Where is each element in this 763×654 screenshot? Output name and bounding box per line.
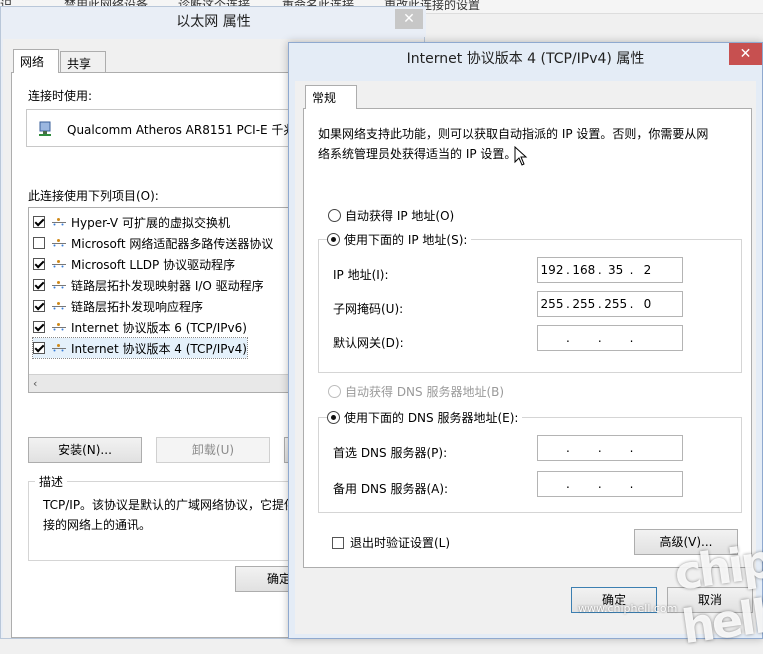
radio-indicator[interactable] [328,209,341,222]
ip-octet: 192 [540,263,564,277]
subnet-mask-field[interactable]: 255. 255. 255. 0 [537,291,683,317]
network-component-icon [51,342,67,354]
preferred-dns-label: 首选 DNS 服务器(P): [333,446,448,460]
ip-octet: 255 [604,297,628,311]
tab-networking[interactable]: 网络 [13,49,59,73]
subnet-mask-label: 子网掩码(U): [333,302,404,316]
manual-ip-radio[interactable]: 使用下面的 IP 地址(S): [327,231,472,248]
close-button[interactable]: ✕ [395,9,423,29]
list-item-selected[interactable]: Internet 协议版本 4 (TCP/IPv4) [32,337,248,359]
adapter-name: Qualcomm Atheros AR8151 PCI-E 千兆 [67,123,296,137]
octet-separator: . [629,477,634,491]
watermark-url: www.chiphell.com [578,602,678,615]
validate-settings-checkbox[interactable]: 退出时验证设置(L) [332,534,450,551]
alternate-dns-field[interactable]: . . . [537,471,683,497]
item-label: Microsoft 网络适配器多路传送器协议 [71,236,274,251]
radio-indicator[interactable] [328,385,341,398]
octet-separator: . [597,331,602,345]
description-title: 描述 [35,473,68,490]
intro-text-line-2: 络系统管理员处获得适当的 IP 设置。 [318,147,517,161]
item-label: Hyper-V 可扩展的虚拟交换机 [71,215,230,230]
install-button[interactable]: 安装(N)... [28,437,142,463]
list-item[interactable]: Microsoft 网络适配器多路传送器协议 [33,233,273,253]
list-item[interactable]: Internet 协议版本 6 (TCP/IPv6) [33,317,247,337]
ip-address-field[interactable]: 192. 168. 35. 2 [537,257,683,283]
network-component-icon [51,300,67,312]
intro-text-line-1: 如果网络支持此功能，则可以获取自动指派的 IP 设置。否则，你需要从网 [318,127,709,141]
mouse-cursor-icon [514,145,528,166]
preferred-dns-field[interactable]: . . . [537,435,683,461]
window-title: Internet 协议版本 4 (TCP/IPv4) 属性 [406,51,645,67]
list-item[interactable]: Microsoft LLDP 协议驱动程序 [33,254,235,274]
network-component-icon [51,237,67,249]
ip-octet: 255 [540,297,564,311]
auto-ip-label: 自动获得 IP 地址(O) [345,209,455,223]
octet-separator: . [629,331,634,345]
network-component-icon [51,258,67,270]
tab-sharing[interactable]: 共享 [60,51,106,73]
items-label: 此连接使用下列项目(O): [28,189,159,203]
item-label: Internet 协议版本 6 (TCP/IPv6) [71,320,247,335]
validate-settings-label: 退出时验证设置(L) [350,536,451,550]
radio-indicator[interactable] [327,411,340,424]
checkbox[interactable] [33,237,45,249]
watermark-logo: chip hell [670,533,763,654]
gateway-label: 默认网关(D): [333,336,404,350]
uninstall-button[interactable]: 卸载(U) [156,437,270,463]
item-label: Microsoft LLDP 协议驱动程序 [71,257,236,272]
network-component-icon [51,321,67,333]
ip-octet: 0 [643,297,652,311]
network-adapter-icon [37,120,55,138]
network-component-icon [51,216,67,228]
alternate-dns-label: 备用 DNS 服务器(A): [333,482,449,496]
ip-octet: 2 [643,263,652,277]
octet-separator: . [597,441,602,455]
ip-settings-group: 使用下面的 IP 地址(S): IP 地址(I): 192. 168. 35. … [318,231,742,373]
manual-dns-radio[interactable]: 使用下面的 DNS 服务器地址(E): [327,409,523,426]
network-component-icon [51,279,67,291]
list-item[interactable]: 链路层拓扑发现响应程序 [33,296,203,316]
tab-general[interactable]: 常规 [305,85,357,109]
description-text: TCP/IP。该协议是默认的广域网络协议，它提供 [43,498,297,512]
octet-separator: . [566,477,570,491]
window-title: 以太网 属性 [1,7,426,37]
checkbox[interactable] [33,321,45,333]
list-item[interactable]: Hyper-V 可扩展的虚拟交换机 [33,212,230,232]
octet-separator: . [597,477,602,491]
auto-ip-radio[interactable]: 自动获得 IP 地址(O) [328,207,454,224]
checkbox[interactable] [33,300,45,312]
item-label: 链路层拓扑发现响应程序 [71,299,204,314]
scroll-left-icon[interactable]: ‹ [33,377,37,390]
close-button[interactable]: ✕ [729,43,762,65]
ip-address-label: IP 地址(I): [333,268,389,282]
octet-separator: . [566,331,570,345]
octet-separator: . [629,441,634,455]
checkbox[interactable] [33,342,45,354]
list-item[interactable]: 链路层拓扑发现映射器 I/O 驱动程序 [33,275,264,295]
checkbox-box[interactable] [332,536,344,549]
dns-settings-group: 使用下面的 DNS 服务器地址(E): 首选 DNS 服务器(P): . . .… [318,409,742,513]
checkbox[interactable] [33,258,45,270]
radio-indicator[interactable] [327,233,340,246]
auto-dns-label: 自动获得 DNS 服务器地址(B) [345,385,505,399]
checkbox[interactable] [33,216,45,228]
manual-dns-label: 使用下面的 DNS 服务器地址(E): [344,411,519,425]
connect-using-label: 连接时使用: [28,89,93,103]
gateway-field[interactable]: . . . [537,325,683,351]
item-label: 链路层拓扑发现映射器 I/O 驱动程序 [71,278,264,293]
general-tab-panel: 如果网络支持此功能，则可以获取自动指派的 IP 设置。否则，你需要从网 络系统管… [303,108,752,568]
description-text-2: 接的网络上的通讯。 [43,518,152,532]
checkbox[interactable] [33,279,45,291]
ip-octet: 35 [608,263,624,277]
item-label: Internet 协议版本 4 (TCP/IPv4) [71,341,247,356]
ip-octet: 255 [572,297,596,311]
manual-ip-label: 使用下面的 IP 地址(S): [344,233,468,247]
auto-dns-radio[interactable]: 自动获得 DNS 服务器地址(B) [328,383,504,400]
octet-separator: . [566,441,570,455]
ip-octet: 168 [572,263,596,277]
